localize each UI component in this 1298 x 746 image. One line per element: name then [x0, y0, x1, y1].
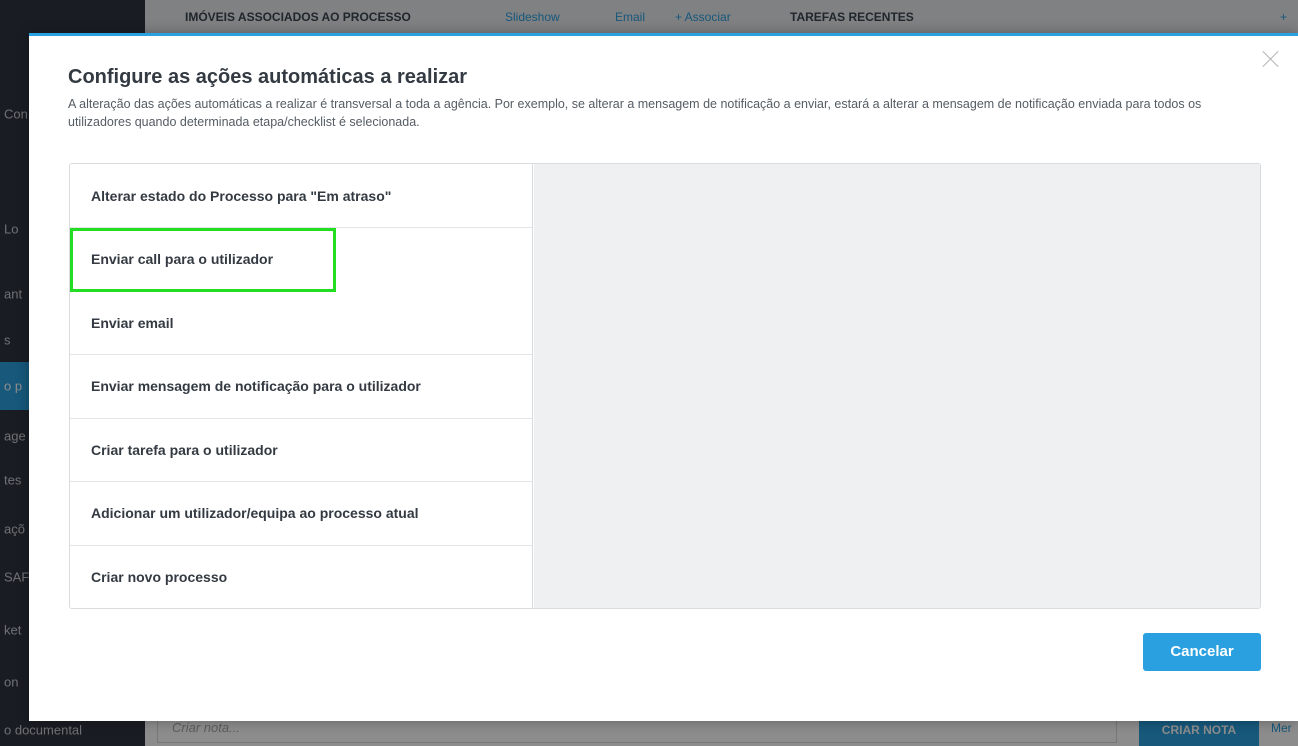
modal-description: A alteração das ações automáticas a real… — [68, 97, 1202, 129]
actions-panel: Alterar estado do Processo para "Em atra… — [69, 163, 1261, 609]
action-item[interactable]: Enviar mensagem de notificação para o ut… — [70, 355, 532, 419]
action-item[interactable]: Alterar estado do Processo para "Em atra… — [70, 164, 532, 228]
action-item-label: Alterar estado do Processo para "Em atra… — [91, 187, 392, 204]
modal-title: Configure as ações automáticas a realiza… — [68, 66, 468, 88]
action-item-label: Adicionar um utilizador/equipa ao proces… — [91, 505, 419, 521]
action-item[interactable]: Enviar call para o utilizador — [70, 227, 336, 292]
action-item-label: Enviar call para o utilizador — [91, 251, 274, 267]
action-item[interactable]: Criar novo processo — [70, 545, 532, 608]
action-item[interactable]: Criar tarefa para o utilizador — [70, 418, 532, 482]
action-item-label: Criar novo processo — [91, 569, 228, 585]
action-list: Alterar estado do Processo para "Em atra… — [70, 164, 533, 608]
close-icon[interactable] — [1260, 48, 1282, 70]
action-item-label: Enviar mensagem de notificação para o ut… — [91, 378, 421, 394]
action-item[interactable]: Enviar email — [70, 291, 532, 355]
action-detail-pane — [534, 164, 1260, 608]
action-item-label: Enviar email — [91, 314, 174, 331]
action-item[interactable]: Adicionar um utilizador/equipa ao proces… — [70, 482, 532, 546]
automatic-actions-modal: Configure as ações automáticas a realiza… — [29, 33, 1298, 721]
cancel-button[interactable]: Cancelar — [1143, 633, 1261, 671]
action-item-label: Criar tarefa para o utilizador — [91, 441, 278, 458]
